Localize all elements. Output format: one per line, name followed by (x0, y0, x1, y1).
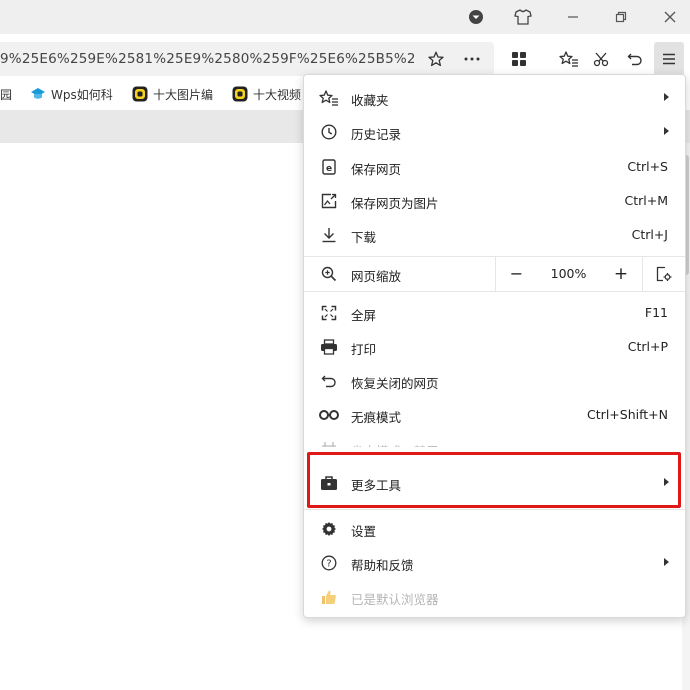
menu-item-print[interactable]: 打印 Ctrl+P (304, 330, 685, 364)
undo-icon (319, 372, 339, 390)
menu-divider (304, 291, 685, 292)
menu-item-label: 恢复关闭的网页 (351, 376, 439, 391)
gear-icon (319, 520, 339, 538)
bookmark-label: 十大图片编 (153, 87, 214, 102)
download-icon (319, 226, 339, 244)
page-settings-icon (656, 266, 672, 281)
menu-item-fullscreen[interactable]: 全屏 F11 (304, 296, 685, 330)
menu-item-downloads[interactable]: 下载 Ctrl+J (304, 218, 685, 252)
bookmark-item[interactable]: Wps如何科 (30, 83, 122, 105)
menu-item-label: 保存网页 (351, 162, 402, 177)
url-text[interactable]: 9%25E6%259E%2581%25E9%2580%259F%25E6%25B… (0, 51, 414, 67)
fullscreen-icon (319, 304, 339, 322)
menu-item-label: 全屏 (351, 308, 377, 323)
clock-icon (319, 123, 339, 141)
favorites-star-list-icon[interactable] (554, 42, 584, 76)
shield-download-icon[interactable] (456, 0, 496, 34)
zoom-level: 100% (537, 256, 600, 291)
menu-item-shortcut: F11 (644, 305, 668, 320)
minimize-icon[interactable] (553, 0, 593, 34)
title-bar (0, 0, 690, 34)
menu-item-label: 无痕模式 (351, 410, 402, 425)
highlight-box (307, 452, 681, 508)
svg-text:?: ? (326, 559, 331, 570)
bookmark-label: Wps如何科 (51, 87, 113, 102)
menu-item-label: 保存网页为图片 (351, 196, 439, 211)
menu-item-restore-closed[interactable]: 恢复关闭的网页 (304, 364, 685, 398)
menu-item-label: 下载 (351, 230, 377, 245)
address-bar-row: 9%25E6%259E%2581%25E9%2580%259F%25E6%25B… (0, 40, 690, 78)
hamburger-menu-icon[interactable] (654, 42, 684, 76)
submenu-arrow-icon (664, 127, 669, 135)
menu-item-shortcut: Ctrl+Shift+N (587, 407, 668, 422)
menu-item-help-feedback[interactable]: ? 帮助和反馈 (304, 546, 685, 580)
menu-item-incognito[interactable]: 无痕模式 Ctrl+Shift+N (304, 398, 685, 432)
submenu-arrow-icon (664, 558, 669, 566)
star-icon[interactable] (422, 42, 450, 76)
app-logo-icon (132, 86, 148, 102)
apps-grid-icon[interactable] (504, 42, 534, 76)
menu-item-shortcut: Ctrl+S (627, 159, 668, 174)
incognito-glasses-icon (319, 406, 339, 424)
undo-icon[interactable] (620, 42, 650, 76)
tshirt-skin-icon[interactable] (503, 0, 543, 34)
menu-item-history[interactable]: 历史记录 (304, 115, 685, 149)
bookmark-label: 园 (0, 87, 13, 102)
zoom-settings-button[interactable] (642, 256, 685, 291)
save-page-icon: e (319, 158, 339, 176)
menu-item-label: 打印 (351, 342, 377, 357)
menu-item-favorites[interactable]: 收藏夹 (304, 81, 685, 115)
menu-item-label: 帮助和反馈 (351, 558, 414, 573)
menu-item-save-as-image[interactable]: 保存网页为图片 Ctrl+M (304, 184, 685, 218)
close-icon[interactable] (650, 0, 690, 34)
svg-text:e: e (326, 164, 332, 174)
menu-item-default-browser: 已是默认浏览器 (304, 580, 685, 614)
zoom-in-label: + (613, 263, 629, 284)
menu-item-zoom: 网页缩放 − 100% + (304, 256, 685, 291)
bookmark-label: 十大视频 (253, 87, 302, 102)
zoom-in-button[interactable]: + (600, 256, 642, 291)
more-icon[interactable] (458, 42, 486, 76)
menu-item-settings[interactable]: 设置 (304, 512, 685, 546)
menu-item-label: 设置 (351, 524, 377, 539)
favorites-star-list-icon (319, 89, 339, 107)
bookmark-item[interactable]: 十大视频 (232, 83, 304, 105)
zoom-out-button[interactable]: − (495, 256, 537, 291)
help-circle-icon: ? (319, 554, 339, 572)
submenu-arrow-icon (664, 93, 669, 101)
menu-item-label: 历史记录 (351, 127, 402, 142)
menu-item-save-page[interactable]: e 保存网页 Ctrl+S (304, 150, 685, 184)
restore-icon[interactable] (601, 0, 641, 34)
main-menu: 收藏夹 历史记录 e 保存网页 Ctrl+S 保存网页为图片 Ctrl+M 下载… (303, 74, 686, 618)
menu-item-shortcut: Ctrl+J (631, 227, 668, 242)
menu-item-shortcut: Ctrl+P (627, 339, 668, 354)
image-export-icon (319, 192, 339, 210)
url-field[interactable]: 9%25E6%259E%2581%25E9%2580%259F%25E6%25B… (0, 42, 494, 76)
app-logo-icon (232, 86, 248, 102)
menu-item-shortcut: Ctrl+M (624, 193, 669, 208)
printer-icon (319, 338, 339, 356)
zoom-out-label: − (509, 264, 524, 283)
bookmark-item[interactable]: 十大图片编 (132, 83, 220, 105)
zoom-value: 100% (550, 266, 587, 281)
zoom-label: 网页缩放 (351, 269, 402, 284)
thumbs-up-icon (319, 588, 339, 606)
zoom-magnifier-icon (319, 265, 339, 283)
menu-item-label: 收藏夹 (351, 93, 389, 108)
menu-item-label: 已是默认浏览器 (351, 592, 439, 607)
bookmark-item[interactable]: 园 (0, 83, 14, 105)
menu-divider (304, 509, 685, 510)
graduation-cap-icon (30, 86, 46, 102)
scissors-icon[interactable] (586, 42, 616, 76)
